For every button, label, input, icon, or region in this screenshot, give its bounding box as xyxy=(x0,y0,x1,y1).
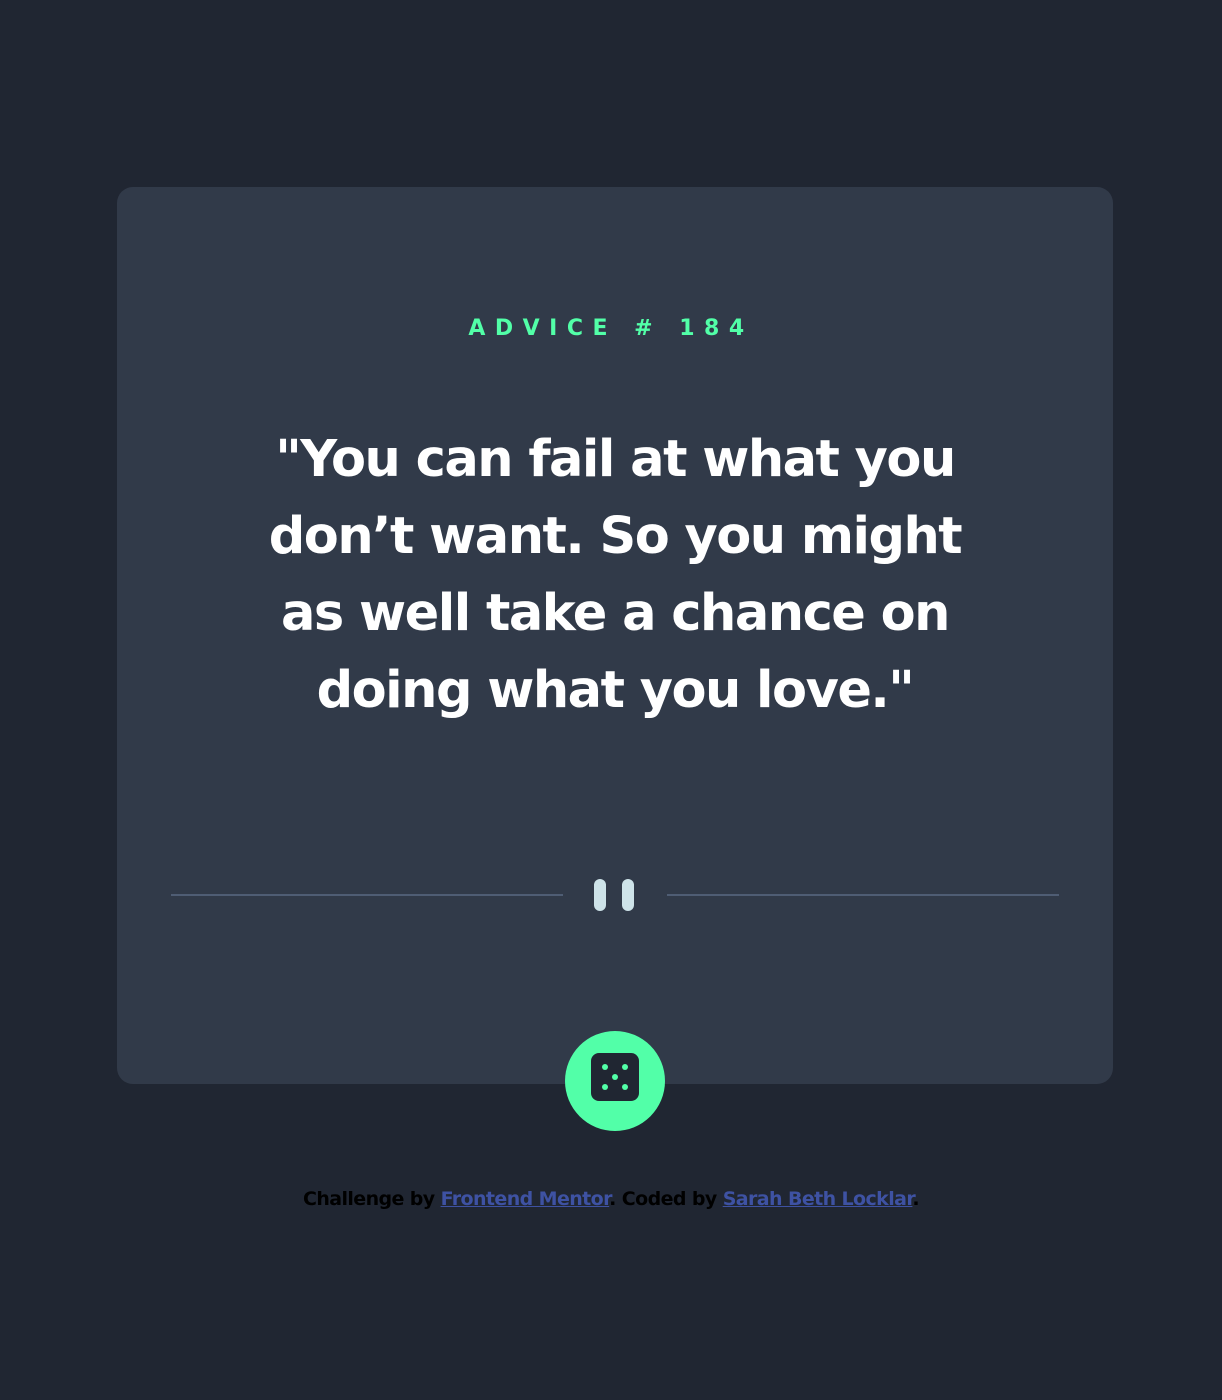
new-advice-button[interactable] xyxy=(565,1031,665,1131)
attribution: Challenge by Frontend Mentor. Coded by S… xyxy=(0,1185,1222,1213)
pause-icon xyxy=(594,879,636,911)
dice-icon xyxy=(591,1053,639,1101)
attribution-challenge-prefix: Challenge by xyxy=(302,1188,441,1210)
divider-line-left xyxy=(171,894,563,896)
frontend-mentor-link[interactable]: Frontend Mentor xyxy=(441,1188,610,1210)
pause-bar-right xyxy=(622,879,634,911)
advice-id-label: ADVICE # 184 xyxy=(468,316,754,341)
attribution-suffix: . xyxy=(912,1188,920,1210)
pause-bar-left xyxy=(594,879,606,911)
author-link[interactable]: Sarah Beth Locklar xyxy=(723,1188,913,1210)
divider-line-right xyxy=(667,894,1059,896)
attribution-coded-prefix: . Coded by xyxy=(609,1188,723,1210)
advice-quote: "You can fail at what you don’t want. So… xyxy=(268,430,963,720)
